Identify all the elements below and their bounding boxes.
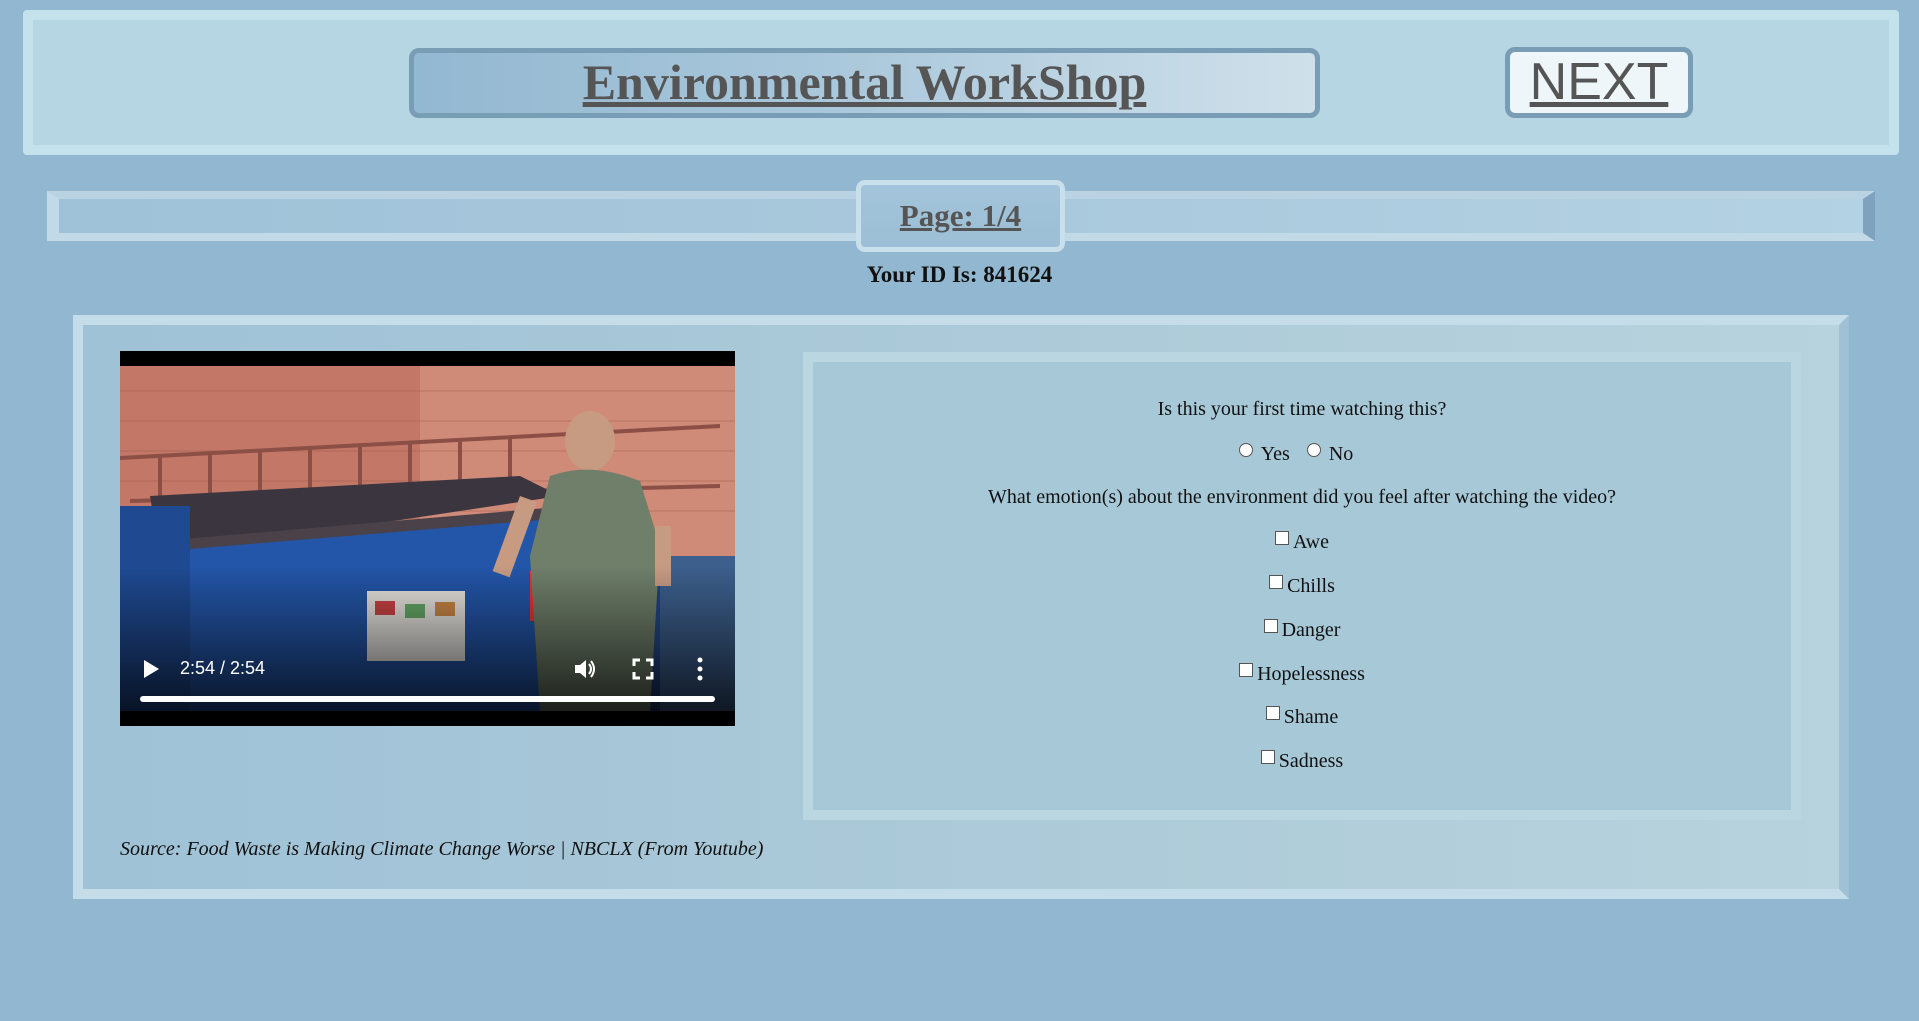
fullscreen-icon[interactable] — [632, 658, 654, 680]
video-source-caption: Source: Food Waste is Making Climate Cha… — [120, 838, 764, 860]
user-id-label: Your ID Is: 841624 — [866, 262, 1053, 287]
checkbox-chills-label: Chills — [1287, 575, 1335, 597]
checkbox-chills[interactable] — [1269, 575, 1284, 589]
emotion-option-shame: Shame — [813, 705, 1791, 729]
radio-no[interactable] — [1306, 443, 1321, 457]
checkbox-hopelessness-label: Hopelessness — [1257, 663, 1365, 685]
emotion-option-chills: Chills — [813, 574, 1791, 598]
more-options-icon[interactable] — [695, 656, 705, 682]
question-first-time: Is this your first time watching this? — [1157, 398, 1447, 420]
emotion-option-sadness: Sadness — [813, 749, 1791, 773]
play-icon[interactable] — [140, 657, 162, 681]
questionnaire-panel: Is this your first time watching this? Y… — [803, 352, 1801, 820]
emotion-option-hopelessness: Hopelessness — [813, 662, 1791, 686]
checkbox-hopelessness[interactable] — [1239, 663, 1254, 677]
checkbox-danger-label: Danger — [1281, 619, 1341, 641]
next-button-label: NEXT — [1529, 53, 1669, 111]
page-number-label: Page: 1/4 — [899, 198, 1022, 233]
page-indicator-badge: Page: 1/4 — [856, 180, 1065, 252]
next-button[interactable]: NEXT — [1505, 47, 1693, 118]
video-progress-bar[interactable] — [140, 696, 715, 702]
emotion-option-awe: Awe — [813, 530, 1791, 554]
emotion-option-danger: Danger — [813, 618, 1791, 642]
radio-yes-label: Yes — [1260, 443, 1290, 465]
checkbox-danger[interactable] — [1263, 619, 1278, 633]
checkbox-shame[interactable] — [1265, 706, 1280, 720]
title-banner: Environmental WorkShop — [409, 48, 1320, 118]
checkbox-sadness[interactable] — [1260, 750, 1275, 764]
checkbox-awe-label: Awe — [1293, 531, 1329, 553]
question-emotions: What emotion(s) about the environment di… — [987, 486, 1617, 508]
volume-icon[interactable] — [572, 656, 598, 682]
video-time-display: 2:54 / 2:54 — [180, 658, 266, 678]
checkbox-sadness-label: Sadness — [1278, 750, 1344, 772]
video-controls-overlay — [120, 566, 735, 711]
checkbox-awe[interactable] — [1275, 531, 1290, 545]
radio-yes[interactable] — [1238, 443, 1253, 457]
radio-no-label: No — [1328, 443, 1354, 465]
checkbox-shame-label: Shame — [1283, 706, 1339, 728]
page-title[interactable]: Environmental WorkShop — [583, 53, 1147, 111]
video-player[interactable]: 2:54 / 2:54 — [120, 351, 735, 726]
first-time-radio-group: Yes No — [813, 442, 1791, 466]
